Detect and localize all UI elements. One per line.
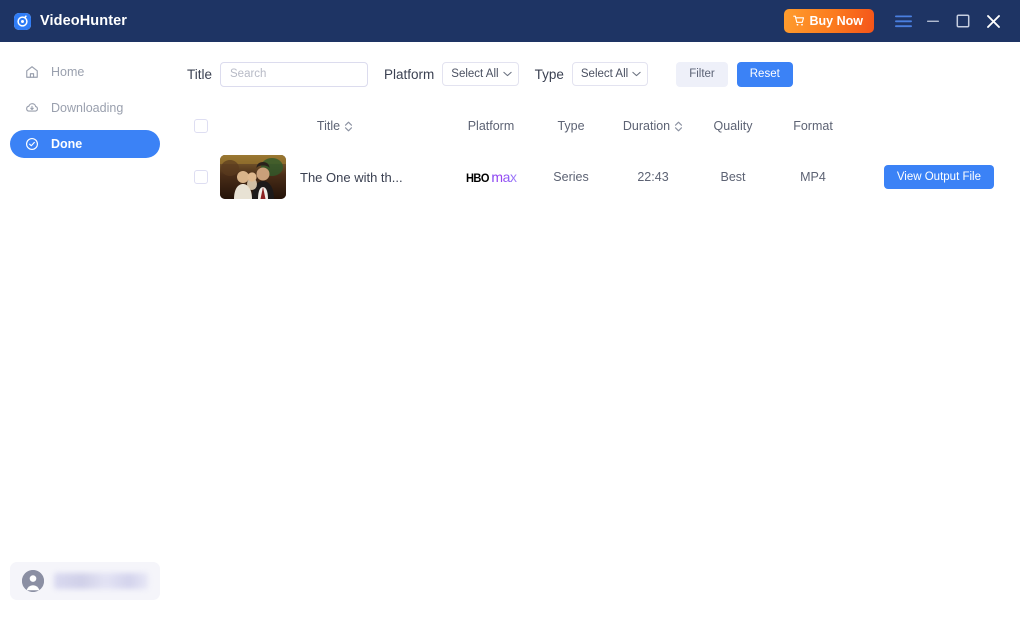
downloads-table: Title Platform Type Duration Quality For… <box>182 106 1002 208</box>
title-filter-label: Title <box>187 66 213 82</box>
sort-updown-icon <box>344 121 353 132</box>
column-label-title: Title <box>316 119 341 133</box>
buy-now-button[interactable]: Buy Now <box>783 9 874 33</box>
column-header-title: Title <box>220 119 450 133</box>
sidebar: Home Downloading Done <box>0 42 170 634</box>
search-input[interactable] <box>220 61 369 87</box>
sidebar-item-home[interactable]: Home <box>10 58 160 86</box>
title-bar: VideoHunter Buy Now <box>0 0 1020 42</box>
platform-select[interactable]: Select All <box>442 62 519 86</box>
select-all-checkbox[interactable] <box>194 119 208 133</box>
column-header-duration: Duration <box>610 119 696 133</box>
column-header-platform: Platform <box>450 119 532 133</box>
check-circle-icon <box>24 137 39 152</box>
sort-title[interactable]: Title <box>317 119 353 133</box>
table-row: The One with th... HBO max Series 22:43 <box>182 146 1002 208</box>
window-controls: Buy Now <box>783 6 1008 36</box>
sidebar-item-label-downloading: Downloading <box>51 101 124 115</box>
user-name <box>54 573 148 589</box>
row-title: The One with th... <box>300 169 403 185</box>
home-icon <box>24 65 39 80</box>
type-filter-label: Type <box>534 66 564 82</box>
row-duration: 22:43 <box>637 170 669 184</box>
column-label-quality: Quality <box>713 119 753 133</box>
videohunter-logo-icon <box>14 12 31 30</box>
maximize-icon[interactable] <box>948 6 978 36</box>
table-header-row: Title Platform Type Duration Quality For… <box>182 106 1002 146</box>
row-select-cell <box>182 170 220 184</box>
row-format-cell: MP4 <box>770 170 856 184</box>
hbo-max-logo-icon: HBO max <box>465 169 517 185</box>
row-type-cell: Series <box>532 170 610 184</box>
row-quality: Best <box>720 170 746 184</box>
row-checkbox[interactable] <box>194 170 208 184</box>
buy-now-label: Buy Now <box>809 14 863 28</box>
platform-filter-label: Platform <box>384 66 435 82</box>
column-header-type: Type <box>532 119 610 133</box>
app-body: Home Downloading Done Title Search Platf… <box>0 42 1020 634</box>
platform-select-value: Select All <box>451 68 499 80</box>
row-format: MP4 <box>800 170 826 184</box>
chevron-down-icon <box>632 71 641 77</box>
user-account-area[interactable] <box>10 562 160 600</box>
select-all-cell <box>182 119 220 133</box>
view-output-file-button[interactable]: View Output File <box>883 165 994 189</box>
close-icon[interactable] <box>978 6 1008 36</box>
sort-updown-icon <box>674 121 683 132</box>
hamburger-menu-icon[interactable] <box>888 6 918 36</box>
column-header-format: Format <box>770 119 856 133</box>
column-label-type: Type <box>557 119 585 133</box>
hbo-max-logo-secondary: max <box>491 169 517 185</box>
filter-toolbar: Title Platform Select All Type Select Al… <box>182 58 1002 90</box>
shopping-cart-icon <box>792 15 805 27</box>
row-type: Series <box>553 170 589 184</box>
row-title-cell: The One with th... <box>220 155 450 199</box>
sidebar-item-label-home: Home <box>51 65 85 79</box>
reset-button[interactable]: Reset <box>736 61 793 87</box>
type-select[interactable]: Select All <box>571 62 649 86</box>
filter-button[interactable]: Filter <box>676 61 728 87</box>
row-quality-cell: Best <box>696 170 770 184</box>
row-duration-cell: 22:43 <box>610 170 696 184</box>
row-actions-cell: View Output File <box>856 165 1002 189</box>
sidebar-item-label-done: Done <box>51 137 83 151</box>
row-platform-cell: HBO max <box>450 170 532 184</box>
app-brand: VideoHunter <box>14 12 128 30</box>
application-window: VideoHunter Buy Now Home Downloading Don… <box>0 0 1020 634</box>
app-title: VideoHunter <box>40 13 128 29</box>
chevron-down-icon <box>502 71 512 77</box>
download-cloud-icon <box>24 101 39 116</box>
type-select-value: Select All <box>580 68 629 80</box>
hbo-max-logo-primary: HBO <box>466 171 490 185</box>
column-header-quality: Quality <box>696 119 770 133</box>
sidebar-item-done[interactable]: Done <box>10 130 160 158</box>
sidebar-item-downloading[interactable]: Downloading <box>10 94 160 122</box>
main-content: Title Platform Select All Type Select Al… <box>170 42 1020 634</box>
column-label-duration: Duration <box>622 119 671 133</box>
video-thumbnail[interactable] <box>220 155 286 199</box>
column-label-format: Format <box>793 119 833 133</box>
column-label-platform: Platform <box>467 119 515 133</box>
minimize-icon[interactable] <box>918 6 948 36</box>
sort-duration[interactable]: Duration <box>623 119 683 133</box>
user-avatar-icon <box>22 570 44 592</box>
